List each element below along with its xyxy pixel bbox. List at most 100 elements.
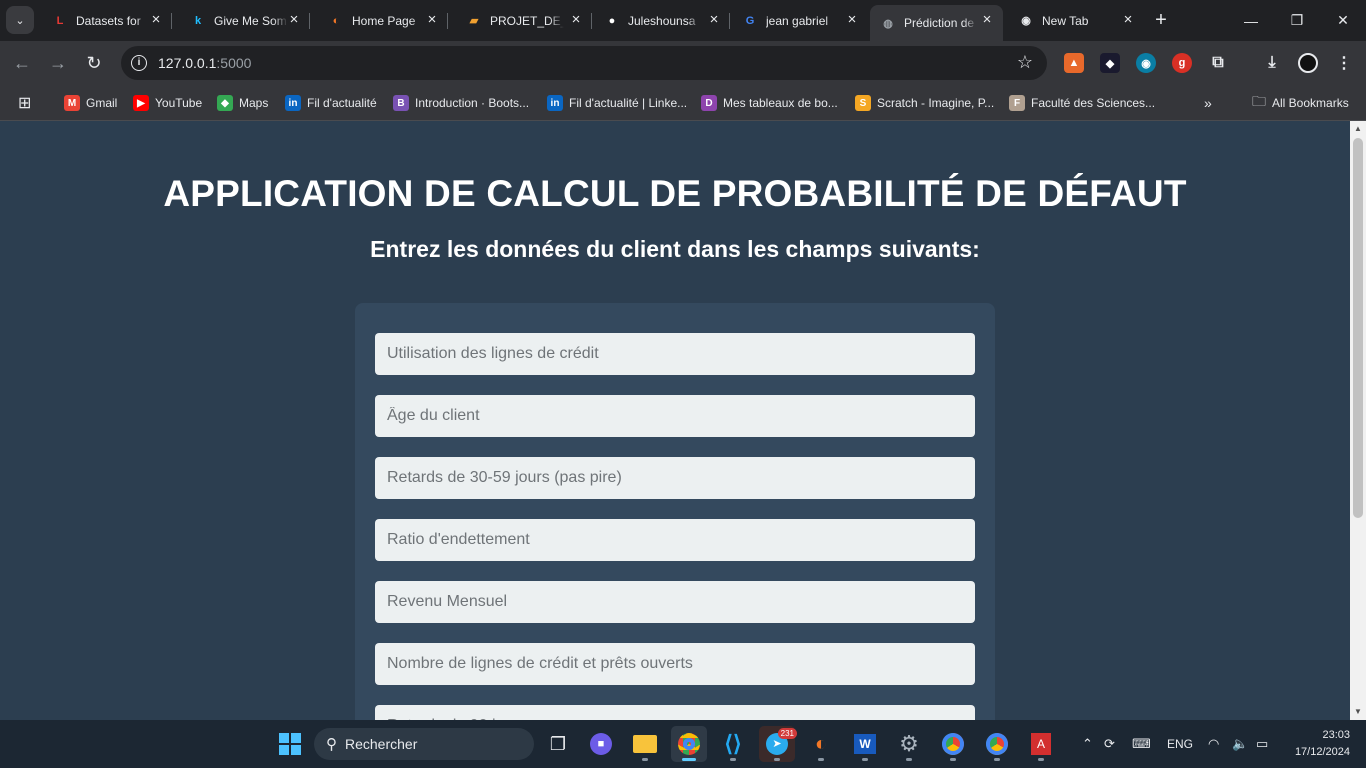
bookmark-linkedin[interactable]: in Fil d'actualité | Linke...: [547, 92, 687, 114]
tab-title: New Tab: [1042, 13, 1089, 28]
folder-icon: 🗀: [1252, 93, 1266, 109]
volume-icon[interactable]: 🔈: [1232, 720, 1248, 768]
notification-badge: 231: [777, 728, 797, 739]
extension-fox-icon[interactable]: ▲: [1064, 53, 1084, 73]
site-info-icon[interactable]: i: [131, 55, 147, 71]
acrobat-icon[interactable]: A: [1023, 726, 1059, 762]
window-close-icon[interactable]: ✕: [1320, 0, 1366, 41]
wifi-icon[interactable]: ◠: [1208, 720, 1219, 768]
open-credit-lines-input[interactable]: [375, 643, 975, 685]
forward-arrow-icon[interactable]: →: [46, 51, 70, 75]
file-explorer-icon[interactable]: [627, 726, 663, 762]
task-view-icon[interactable]: ❐: [540, 726, 576, 762]
bookmark-dashboards[interactable]: D Mes tableaux de bo...: [701, 92, 838, 114]
avatar[interactable]: [1298, 53, 1318, 73]
chrome-favicon: ◉: [1021, 15, 1031, 27]
taskbar-search[interactable]: ⚲ Rechercher: [314, 728, 534, 760]
scrollbar-thumb[interactable]: [1353, 138, 1363, 518]
bookmark-gmail[interactable]: M Gmail: [64, 92, 117, 114]
extension-grammarly-icon[interactable]: g: [1172, 53, 1192, 73]
close-icon[interactable]: ×: [148, 12, 164, 28]
bookmark-maps[interactable]: ◆ Maps: [217, 92, 268, 114]
chrome-taskbar-icon[interactable]: [671, 726, 707, 762]
youtube-icon: ▶: [133, 95, 149, 111]
late-30-59-days-input[interactable]: [375, 457, 975, 499]
jupyter-icon[interactable]: ◐: [803, 726, 839, 762]
linkedin-icon: in: [285, 95, 301, 111]
chrome-profile-2-icon[interactable]: [979, 726, 1015, 762]
globe-favicon: ◍: [883, 17, 893, 30]
bookmark-youtube[interactable]: ▶ YouTube: [133, 92, 202, 114]
tab-datasets[interactable]: L Datasets for ×: [42, 5, 172, 36]
client-age-input[interactable]: [375, 395, 975, 437]
close-icon[interactable]: ×: [1120, 12, 1136, 28]
scroll-up-arrow-icon[interactable]: ▲: [1350, 121, 1366, 137]
close-icon[interactable]: ×: [844, 12, 860, 28]
maps-icon: ◆: [217, 95, 233, 111]
new-tab-plus-icon[interactable]: +: [1151, 10, 1171, 30]
debt-ratio-input[interactable]: [375, 519, 975, 561]
restore-icon[interactable]: ❐: [1274, 0, 1320, 41]
tab-google-search[interactable]: G jean gabriel ×: [732, 5, 868, 36]
bookmark-linkedin-feed[interactable]: in Fil d'actualité: [285, 92, 377, 114]
tray-chevron-up-icon[interactable]: ⌃: [1082, 720, 1093, 768]
faculty-icon: F: [1009, 95, 1025, 111]
windows-taskbar: ⚲ Rechercher ❐ ■ ⟨⟩ ➤ 231 ◐ W ⚙ A ⌃ ⟳ ⌨ E…: [0, 720, 1366, 768]
keyboard-icon[interactable]: ⌨: [1132, 720, 1151, 768]
page-scrollbar[interactable]: ▲ ▼: [1350, 121, 1366, 720]
scratch-icon: S: [855, 95, 871, 111]
battery-icon[interactable]: ▭: [1256, 720, 1268, 768]
vscode-icon[interactable]: ⟨⟩: [715, 726, 751, 762]
bookmarks-overflow-icon[interactable]: »: [1204, 92, 1212, 114]
meet-video-icon[interactable]: ■: [583, 726, 619, 762]
monthly-income-input[interactable]: [375, 581, 975, 623]
chrome-profile-icon[interactable]: [935, 726, 971, 762]
minimize-icon[interactable]: —: [1228, 0, 1274, 41]
telegram-icon[interactable]: ➤ 231: [759, 726, 797, 762]
back-arrow-icon[interactable]: ←: [10, 51, 34, 75]
google-favicon: G: [745, 14, 755, 27]
address-url[interactable]: 127.0.0.1:5000: [158, 55, 251, 71]
bookmark-bootstrap[interactable]: B Introduction · Boots...: [393, 92, 529, 114]
tab-github[interactable]: ● Juleshounsa ×: [594, 5, 730, 36]
close-icon[interactable]: ×: [424, 12, 440, 28]
linkedin-icon: in: [547, 95, 563, 111]
address-bar[interactable]: i 127.0.0.1:5000 ☆: [121, 46, 1047, 80]
download-icon[interactable]: ⤓: [1262, 53, 1282, 73]
tab-kaggle[interactable]: k Give Me Som ×: [180, 5, 310, 36]
apps-grid-icon[interactable]: ⊞: [18, 92, 31, 114]
scroll-down-arrow-icon[interactable]: ▼: [1350, 704, 1366, 720]
extensions-puzzle-icon[interactable]: ⧉: [1208, 53, 1228, 73]
close-icon[interactable]: ×: [286, 12, 302, 28]
system-clock[interactable]: 23:03 17/12/2024: [1284, 727, 1350, 761]
extension-dark-icon[interactable]: ◆: [1100, 53, 1120, 73]
late-90-days-input[interactable]: [375, 705, 975, 720]
windows-start-icon[interactable]: [272, 726, 308, 762]
tab-jupyter[interactable]: ◐ Home Page ×: [318, 5, 448, 36]
tab-new-tab[interactable]: ◉ New Tab ×: [1008, 5, 1144, 36]
jupyter-favicon: ◐: [332, 14, 340, 27]
tab-prediction[interactable]: ◍ Prédiction de ×: [870, 5, 1003, 41]
bookmark-faculty[interactable]: F Faculté des Sciences...: [1009, 92, 1155, 114]
menu-kebab-icon[interactable]: ⋮: [1334, 53, 1354, 73]
language-indicator[interactable]: ENG: [1167, 720, 1193, 768]
reload-icon[interactable]: ↻: [82, 51, 106, 75]
search-label: Rechercher: [345, 736, 418, 752]
extension-circle-icon[interactable]: ◉: [1136, 53, 1156, 73]
tab-title: PROJET_DE_I: [490, 13, 564, 28]
bookmark-star-icon[interactable]: ☆: [1017, 52, 1033, 73]
search-icon: ⚲: [326, 736, 337, 753]
sync-icon[interactable]: ⟳: [1104, 720, 1115, 768]
credit-utilization-input[interactable]: [375, 333, 975, 375]
tab-projet[interactable]: ▰ PROJET_DE_I ×: [456, 5, 592, 36]
word-icon[interactable]: W: [847, 726, 883, 762]
all-bookmarks-folder[interactable]: 🗀 All Bookmarks: [1252, 92, 1349, 114]
close-icon[interactable]: ×: [706, 12, 722, 28]
settings-gear-icon[interactable]: ⚙: [891, 726, 927, 762]
tab-search-button[interactable]: ⌄: [6, 6, 34, 34]
github-favicon: ●: [608, 14, 616, 27]
tab-title: Prédiction de: [904, 16, 975, 30]
close-icon[interactable]: ×: [979, 12, 995, 28]
close-icon[interactable]: ×: [568, 12, 584, 28]
bookmark-scratch[interactable]: S Scratch - Imagine, P...: [855, 92, 994, 114]
